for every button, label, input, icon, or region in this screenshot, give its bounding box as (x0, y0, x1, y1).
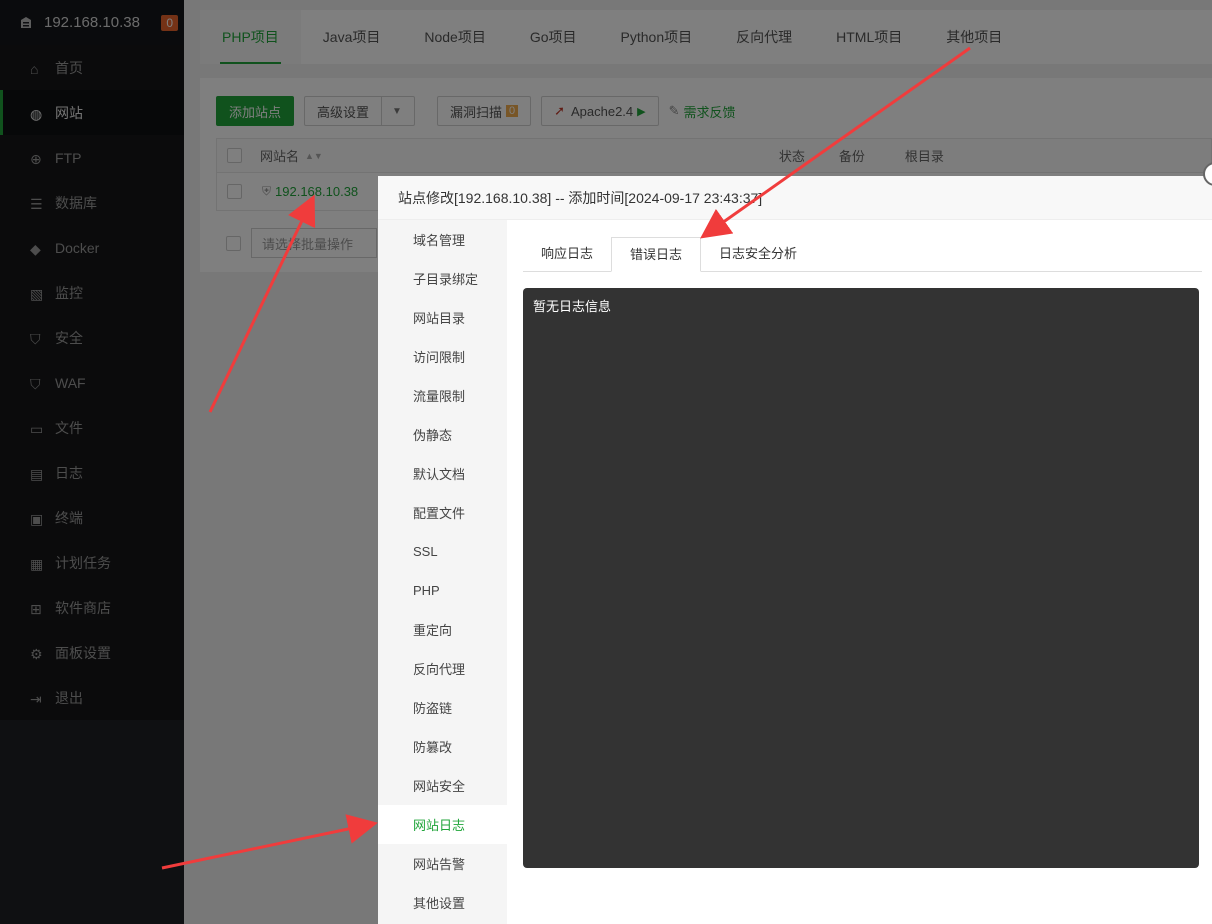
modal-menu-item-13[interactable]: 防篡改 (378, 727, 507, 766)
modal-menu-item-17[interactable]: 其他设置 (378, 883, 507, 922)
modal-menu-item-16[interactable]: 网站告警 (378, 844, 507, 883)
modal-menu-item-11[interactable]: 反向代理 (378, 649, 507, 688)
modal-menu-item-4[interactable]: 流量限制 (378, 376, 507, 415)
modal-menu-item-15[interactable]: 网站日志 (378, 805, 507, 844)
modal-menu-item-6[interactable]: 默认文档 (378, 454, 507, 493)
log-tab-2[interactable]: 日志安全分析 (701, 237, 815, 272)
modal-menu-item-7[interactable]: 配置文件 (378, 493, 507, 532)
log-tab-0[interactable]: 响应日志 (523, 237, 611, 272)
site-edit-modal: 站点修改[192.168.10.38] -- 添加时间[2024-09-17 2… (378, 176, 1212, 924)
modal-menu-item-1[interactable]: 子目录绑定 (378, 259, 507, 298)
log-tabs: 响应日志 错误日志 日志安全分析 (523, 237, 1202, 272)
log-empty-text: 暂无日志信息 (533, 299, 612, 314)
modal-menu-item-8[interactable]: SSL (378, 532, 507, 571)
modal-menu-item-14[interactable]: 网站安全 (378, 766, 507, 805)
modal-menu-item-5[interactable]: 伪静态 (378, 415, 507, 454)
modal-menu-item-2[interactable]: 网站目录 (378, 298, 507, 337)
modal-menu: 域名管理 子目录绑定 网站目录 访问限制 流量限制 伪静态 默认文档 配置文件 SSL PHP 重定… (378, 220, 507, 924)
modal-menu-item-10[interactable]: 重定向 (378, 610, 507, 649)
log-output: 暂无日志信息 (523, 288, 1199, 868)
modal-title: 站点修改[192.168.10.38] -- 添加时间[2024-09-17 2… (378, 176, 1212, 220)
modal-menu-item-9[interactable]: PHP (378, 571, 507, 610)
modal-content: 响应日志 错误日志 日志安全分析 暂无日志信息 (507, 220, 1212, 924)
modal-menu-item-0[interactable]: 域名管理 (378, 220, 507, 259)
log-tab-1[interactable]: 错误日志 (611, 237, 702, 272)
modal-menu-item-12[interactable]: 防盗链 (378, 688, 507, 727)
modal-menu-item-3[interactable]: 访问限制 (378, 337, 507, 376)
